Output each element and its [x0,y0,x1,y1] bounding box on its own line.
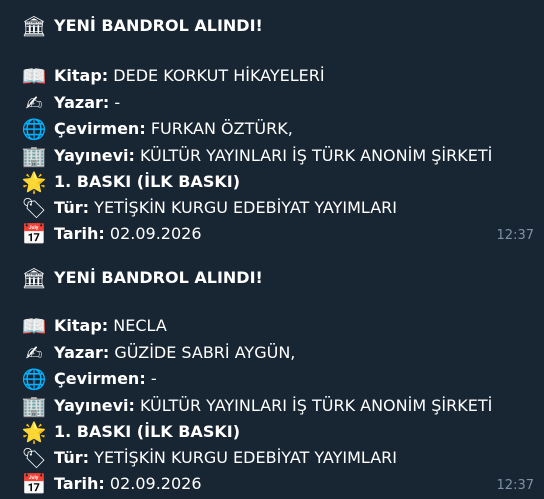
translator-value: - [150,369,157,388]
calendar-icon: 📅 [21,472,47,496]
glowing-star-icon: 🌟 [21,420,47,444]
translator-line: 🌐 Çevirmen: FURKAN ÖZTÜRK, [22,116,293,142]
translator-value: FURKAN ÖZTÜRK, [150,119,293,138]
date-line: 📅 Tarih: 02.09.2026 [22,471,202,497]
edition-line: 🌟 1. BASKI (İLK BASKI) [22,169,240,195]
publisher-line: 🏢 Yayınevi: KÜLTÜR YAYINLARI İŞ TÜRK ANO… [21,393,493,419]
genre-value: YETİŞKİN KURGU EDEBİYAT YAYIMLARI [94,448,397,467]
author-line: ✍ Yazar: GÜZİDE SABRİ AYGÜN, [22,340,296,366]
open-book-icon: 📖 [21,314,47,338]
genre-value: YETİŞKİN KURGU EDEBİYAT YAYIMLARI [94,198,397,217]
author-value: GÜZİDE SABRİ AYGÜN, [114,343,296,362]
book-label: Kitap: [54,66,109,85]
label-tag-icon: 🏷 [21,446,47,470]
author-label: Yazar: [54,93,110,112]
publisher-value: KÜLTÜR YAYINLARI İŞ TÜRK ANONİM ŞİRKETİ [139,146,493,165]
translator-line: 🌐 Çevirmen: - [22,366,157,392]
genre-label: Tür: [54,198,90,217]
message-title-line: 🏛 YENİ BANDROL ALINDI! [21,265,263,291]
author-label: Yazar: [54,343,110,362]
office-building-icon: 🏢 [21,144,47,168]
office-building-icon: 🏢 [21,394,47,418]
globe-icon: 🌐 [21,117,47,141]
book-line: 📖 Kitap: DEDE KORKUT HİKAYELERİ [22,63,325,89]
calendar-icon: 📅 [21,222,47,246]
edition-value: 1. BASKI (İLK BASKI) [54,422,240,441]
date-value: 02.09.2026 [109,474,202,493]
translator-label: Çevirmen: [54,369,146,388]
date-value: 02.09.2026 [109,224,202,243]
book-value: DEDE KORKUT HİKAYELERİ [113,66,325,85]
author-value: - [114,93,121,112]
book-line: 📖 Kitap: NECLA [22,313,167,339]
label-tag-icon: 🏷 [21,196,47,220]
date-label: Tarih: [54,474,105,493]
publisher-label: Yayınevi: [54,146,135,165]
message-title-line: 🏛 YENİ BANDROL ALINDI! [21,13,263,39]
translator-label: Çevirmen: [54,119,146,138]
publisher-label: Yayınevi: [54,396,135,415]
date-label: Tarih: [54,224,105,243]
publisher-line: 🏢 Yayınevi: KÜLTÜR YAYINLARI İŞ TÜRK ANO… [21,143,493,169]
open-book-icon: 📖 [21,64,47,88]
glowing-star-icon: 🌟 [21,170,47,194]
publisher-value: KÜLTÜR YAYINLARI İŞ TÜRK ANONİM ŞİRKETİ [139,396,493,415]
author-line: ✍ Yazar: - [22,90,121,116]
message-timestamp: 12:37 [496,228,534,243]
chat-history: 🏛 YENİ BANDROL ALINDI! 📖 Kitap: DEDE KOR… [0,0,544,499]
message-timestamp: 12:37 [496,478,534,493]
book-label: Kitap: [54,316,109,335]
classical-building-icon: 🏛 [21,14,47,38]
message-title: YENİ BANDROL ALINDI! [54,16,263,35]
writing-hand-icon: ✍ [25,341,43,365]
genre-label: Tür: [54,448,90,467]
writing-hand-icon: ✍ [25,91,43,115]
genre-line: 🏷 Tür: YETİŞKİN KURGU EDEBİYAT YAYIMLARI [21,445,397,471]
genre-line: 🏷 Tür: YETİŞKİN KURGU EDEBİYAT YAYIMLARI [21,195,397,221]
edition-value: 1. BASKI (İLK BASKI) [54,172,240,191]
globe-icon: 🌐 [21,367,47,391]
classical-building-icon: 🏛 [21,266,47,290]
edition-line: 🌟 1. BASKI (İLK BASKI) [22,419,240,445]
date-line: 📅 Tarih: 02.09.2026 [22,221,202,247]
message-bubble[interactable]: 🏛 YENİ BANDROL ALINDI! 📖 Kitap: DEDE KOR… [0,0,544,254]
message-title: YENİ BANDROL ALINDI! [54,268,263,287]
book-value: NECLA [113,316,167,335]
